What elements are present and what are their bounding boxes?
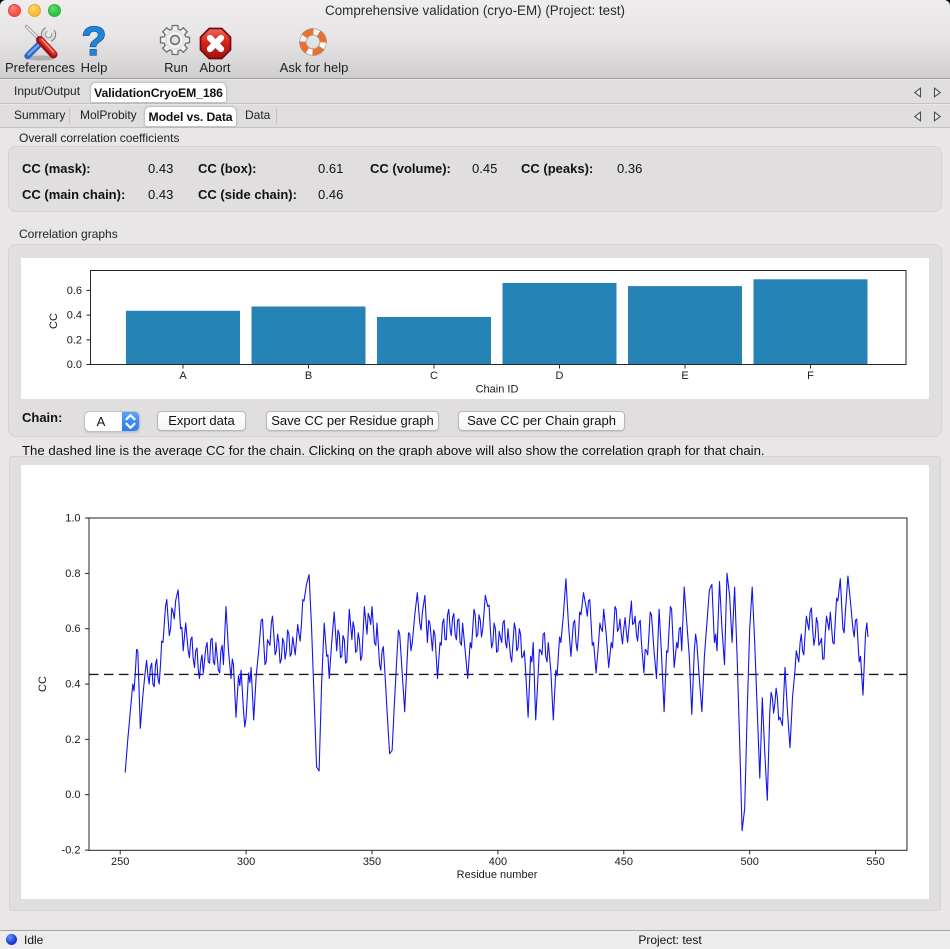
svg-text:CC: CC [37,676,49,692]
svg-text:A: A [179,370,187,382]
svg-text:Chain ID: Chain ID [476,384,519,396]
svg-text:0.2: 0.2 [65,734,80,746]
svg-text:F: F [807,370,814,382]
svg-text:0.4: 0.4 [67,310,82,322]
svg-text:250: 250 [111,856,129,868]
svg-text:D: D [556,370,564,382]
svg-text:550: 550 [866,856,884,868]
svg-text:0.6: 0.6 [67,285,82,297]
svg-text:E: E [681,370,688,382]
svg-text:0.0: 0.0 [65,789,80,801]
svg-text:0.2: 0.2 [67,334,82,346]
svg-text:-0.2: -0.2 [62,845,81,857]
svg-text:0.6: 0.6 [65,623,80,635]
svg-text:B: B [305,370,312,382]
svg-text:450: 450 [615,856,633,868]
svg-text:400: 400 [489,856,507,868]
svg-text:1.0: 1.0 [65,513,80,525]
svg-text:350: 350 [363,856,381,868]
svg-text:0.4: 0.4 [65,679,80,691]
svg-text:C: C [430,370,438,382]
svg-text:500: 500 [741,856,759,868]
svg-text:CC: CC [48,313,60,329]
svg-text:?: ? [81,24,106,62]
svg-text:0.8: 0.8 [65,568,80,580]
svg-text:300: 300 [237,856,255,868]
svg-text:Residue number: Residue number [457,869,538,881]
svg-text:0.0: 0.0 [67,359,82,371]
